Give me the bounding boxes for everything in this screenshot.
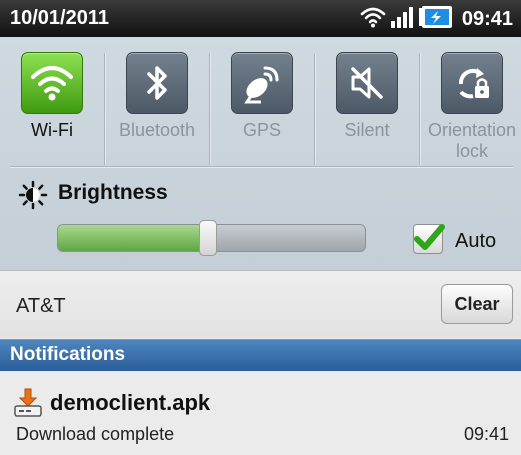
notification-item[interactable]: democlient.apk Download complete 09:41 — [0, 371, 521, 455]
clear-button[interactable]: Clear — [441, 284, 513, 324]
brightness-icon — [18, 180, 48, 215]
status-bar: 10/01/2011 09:41 — [0, 0, 521, 37]
quick-settings-panel: Wi-Fi Bluetooth GPS Silent Orientation l… — [0, 37, 521, 270]
toggle-label-line2: lock — [455, 141, 488, 161]
notifications-header: Notifications — [0, 339, 521, 371]
wifi-icon — [21, 52, 83, 114]
bluetooth-icon — [126, 52, 188, 114]
battery-charging-icon — [418, 5, 454, 34]
status-time: 09:41 — [461, 7, 513, 30]
toggle-label: Bluetooth — [118, 120, 196, 140]
toggle-bluetooth[interactable]: Bluetooth — [105, 47, 209, 165]
checkmark-icon — [414, 224, 445, 250]
auto-brightness-label: Auto — [455, 230, 497, 252]
toggle-orientation-lock[interactable]: Orientation lock — [420, 47, 521, 165]
toggle-wifi[interactable]: Wi-Fi — [0, 47, 104, 165]
brightness-title: Brightness — [58, 181, 168, 204]
quick-toggles: Wi-Fi Bluetooth GPS Silent Orientation l… — [0, 47, 521, 165]
status-icons: 09:41 — [360, 5, 513, 33]
toggle-label: Silent — [344, 120, 390, 140]
gps-icon — [231, 52, 293, 114]
toggle-label-line1: Orientation — [427, 120, 517, 140]
notification-time: 09:41 — [463, 424, 509, 444]
status-date: 10/01/2011 — [10, 7, 109, 29]
silent-icon — [336, 52, 398, 114]
carrier-name: AT&T — [16, 295, 66, 317]
toggle-label: Orientation lock — [420, 120, 521, 162]
carrier-row: AT&T Clear — [0, 270, 521, 338]
toggle-label: Wi-Fi — [31, 120, 73, 140]
notification-subtitle: Download complete — [16, 424, 175, 444]
brightness-slider-fill — [58, 225, 209, 251]
wifi-signal-icon — [360, 6, 386, 33]
divider — [10, 166, 513, 167]
download-icon — [14, 388, 42, 423]
notification-title: democlient.apk — [50, 390, 211, 415]
cell-signal-icon — [390, 5, 414, 34]
toggle-gps[interactable]: GPS — [210, 47, 314, 165]
auto-brightness-checkbox[interactable] — [413, 224, 445, 254]
orientation-lock-icon — [441, 52, 503, 114]
notifications-header-label: Notifications — [10, 344, 126, 365]
toggle-silent[interactable]: Silent — [315, 47, 419, 165]
toggle-label: GPS — [242, 120, 281, 140]
brightness-slider-handle[interactable] — [199, 220, 218, 256]
